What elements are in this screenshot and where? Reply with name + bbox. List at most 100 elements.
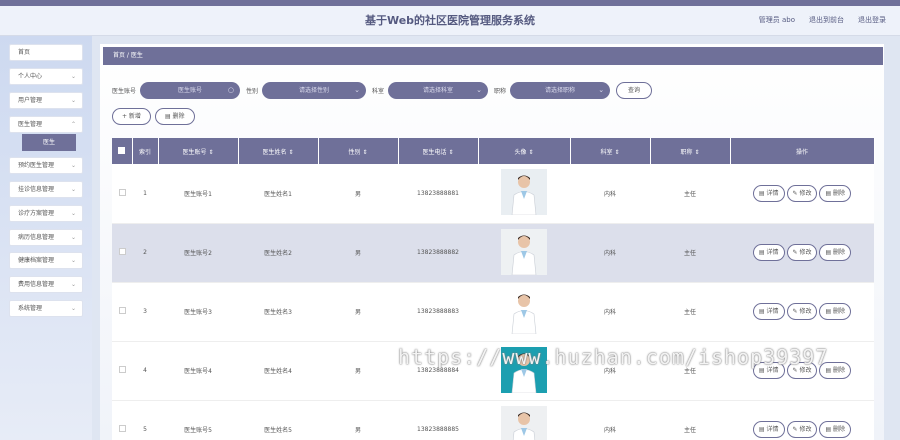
sidebar-item-registration[interactable]: 挂诊信息管理 ⌄	[9, 181, 83, 198]
detail-button[interactable]: ▤ 详情	[752, 303, 785, 320]
doctor-avatar	[501, 287, 547, 334]
delete-button[interactable]: ▤ 删除	[819, 421, 852, 438]
col-header-title[interactable]: 职称 ⇕	[650, 138, 731, 164]
title-select[interactable]: 请选择职称 ⌄	[510, 81, 611, 99]
delete-button[interactable]: ▤ 删除	[819, 303, 852, 320]
query-button[interactable]: 查询	[616, 81, 653, 99]
main-content: 首页 / 医生 医生账号 医生账号 ○ 性别 请选择性别 ⌄ 科室 请选择科室 ⌄ 职…	[100, 44, 884, 440]
header-links: 管理员 abo 退出到前台 退出登录	[759, 15, 886, 25]
sidebar-item-users[interactable]: 用户管理 ⌄	[9, 92, 83, 109]
gender-select[interactable]: 请选择性别 ⌄	[262, 81, 367, 99]
detail-label: 详情	[766, 426, 779, 433]
breadcrumb: 首页 / 医生	[103, 47, 883, 65]
sidebar-item-doctors[interactable]: 医生管理 ⌃	[9, 116, 83, 133]
row-select-cell[interactable]	[112, 400, 132, 440]
doctor-table: 索引 医生账号 ⇕ 医生姓名 ⇕ 性别 ⇕ 医生电话 ⇕ 头像 ⇕ 科室 ⇕ 职…	[112, 138, 875, 440]
cell-phone: 13823888881	[398, 164, 478, 224]
dept-select[interactable]: 请选择科室 ⌄	[388, 81, 489, 99]
sidebar-item-appointments[interactable]: 预约医生管理 ⌄	[9, 157, 83, 174]
row-checkbox[interactable]	[118, 366, 126, 373]
delete-label: 删除	[833, 189, 846, 197]
detail-label: 详情	[766, 249, 779, 256]
gender-label: 性别	[246, 87, 259, 95]
dept-label: 科室	[372, 87, 385, 95]
detail-icon: ▤	[758, 189, 767, 197]
col-header-phone[interactable]: 医生电话 ⇕	[398, 138, 479, 164]
detail-button[interactable]: ▤ 详情	[752, 421, 785, 438]
delete-button[interactable]: ▤ 删除	[819, 184, 852, 202]
sidebar-item-health-files[interactable]: 健康档案管理 ⌄	[9, 252, 83, 269]
title-label: 职称	[494, 87, 507, 95]
chevron-down-icon: ⌄	[70, 97, 76, 104]
row-select-cell[interactable]	[112, 164, 132, 224]
cell-dept: 内科	[570, 223, 650, 283]
cell-gender: 男	[318, 164, 398, 224]
edit-button[interactable]: ✎ 修改	[786, 184, 818, 202]
col-header-avatar[interactable]: 头像 ⇕	[478, 138, 571, 164]
doctor-avatar	[501, 405, 547, 440]
account-search-input[interactable]: 医生账号 ○	[140, 81, 241, 99]
col-header-name[interactable]: 医生姓名 ⇕	[238, 138, 319, 164]
edit-button[interactable]: ✎ 修改	[786, 244, 818, 261]
cell-title: 主任	[650, 282, 730, 342]
dept-placeholder: 请选择科室	[423, 86, 454, 94]
row-select-cell[interactable]	[112, 282, 132, 342]
cell-account: 医生账号3	[158, 282, 238, 342]
add-button[interactable]: + 新增	[112, 108, 151, 125]
sidebar-item-fees[interactable]: 费用信息管理 ⌄	[9, 276, 83, 293]
col-header-gender[interactable]: 性别 ⇕	[318, 138, 399, 164]
detail-button[interactable]: ▤ 详情	[752, 244, 785, 261]
back-to-frontend-link[interactable]: 退出到前台	[809, 15, 844, 25]
sidebar-item-label: 费用信息管理	[18, 281, 55, 288]
cell-avatar	[478, 223, 570, 283]
sidebar-item-profile[interactable]: 个人中心 ⌄	[9, 68, 83, 85]
chevron-down-icon: ⌄	[70, 257, 76, 264]
row-checkbox[interactable]	[118, 188, 126, 196]
table-row[interactable]: 1 医生账号1 医生姓名1 男 13823888881 内科 主任 ▤ 详情 ✎ 修改 ▤ 删除	[112, 164, 874, 224]
sidebar-item-system[interactable]: 系统管理 ⌄	[9, 300, 83, 317]
table-header-row: 索引 医生账号 ⇕ 医生姓名 ⇕ 性别 ⇕ 医生电话 ⇕ 头像 ⇕ 科室 ⇕ 职…	[112, 138, 875, 164]
delete-label: 删除	[833, 426, 846, 433]
sidebar-item-home[interactable]: 首页	[9, 44, 83, 61]
cell-name: 医生姓名2	[238, 223, 318, 283]
trash-icon: ▤	[825, 426, 834, 433]
table-row[interactable]: 2 医生账号2 医生姓名2 男 13823888882 内科 主任 ▤ 详情 ✎ 修改 ▤ 删除	[112, 223, 874, 283]
cell-index: 5	[132, 400, 158, 440]
row-checkbox[interactable]	[118, 307, 126, 314]
logout-link[interactable]: 退出登录	[858, 15, 886, 25]
cell-operations: ▤ 详情 ✎ 修改 ▤ 删除	[730, 282, 874, 342]
col-header-dept[interactable]: 科室 ⇕	[570, 138, 651, 164]
edit-button[interactable]: ✎ 修改	[786, 303, 818, 320]
row-checkbox[interactable]	[118, 425, 126, 432]
delete-label: 删除	[833, 367, 846, 374]
cell-avatar	[478, 164, 570, 224]
table-row[interactable]: 5 医生账号5 医生姓名5 男 13823888885 内科 主任 ▤ 详情 ✎ 修改 ▤ 删除	[112, 400, 874, 440]
trash-icon: ▤	[164, 113, 173, 120]
cell-operations: ▤ 详情 ✎ 修改 ▤ 删除	[730, 400, 874, 440]
col-header-account[interactable]: 医生账号 ⇕	[158, 138, 239, 164]
bulk-delete-button[interactable]: ▤ 删除	[154, 108, 195, 125]
cell-account: 医生账号4	[158, 341, 238, 401]
row-select-cell[interactable]	[112, 223, 132, 283]
cell-name: 医生姓名5	[238, 400, 318, 440]
table-row[interactable]: 3 医生账号3 医生姓名3 男 13823888883 内科 主任 ▤ 详情 ✎ 修改 ▤ 删除	[112, 282, 874, 342]
sidebar-subitem-doctor[interactable]: 医生	[22, 134, 76, 151]
doctor-avatar	[501, 228, 547, 275]
app-header: 基于Web的社区医院管理服务系统 管理员 abo 退出到前台 退出登录	[0, 6, 900, 36]
delete-label: 删除	[833, 249, 846, 256]
row-checkbox[interactable]	[118, 248, 126, 255]
sidebar-item-treatment[interactable]: 诊疗方案管理 ⌄	[9, 205, 83, 222]
edit-button[interactable]: ✎ 修改	[786, 421, 818, 438]
cell-dept: 内科	[570, 282, 650, 342]
sidebar-item-label: 病历信息管理	[18, 234, 55, 241]
delete-button[interactable]: ▤ 删除	[819, 244, 852, 261]
select-all-checkbox[interactable]	[118, 146, 126, 154]
select-all-cell[interactable]	[112, 138, 133, 164]
row-select-cell[interactable]	[112, 341, 132, 401]
sidebar-item-label: 诊疗方案管理	[18, 210, 55, 217]
sidebar: 首页 个人中心 ⌄ 用户管理 ⌄ 医生管理 ⌃ 医生 预约医生管理 ⌄ 挂诊信息管理 ⌄ …	[0, 36, 92, 440]
detail-button[interactable]: ▤ 详情	[752, 184, 785, 202]
sidebar-item-records[interactable]: 病历信息管理 ⌄	[9, 229, 83, 246]
account-placeholder: 医生账号	[178, 86, 203, 94]
cell-gender: 男	[318, 400, 398, 440]
